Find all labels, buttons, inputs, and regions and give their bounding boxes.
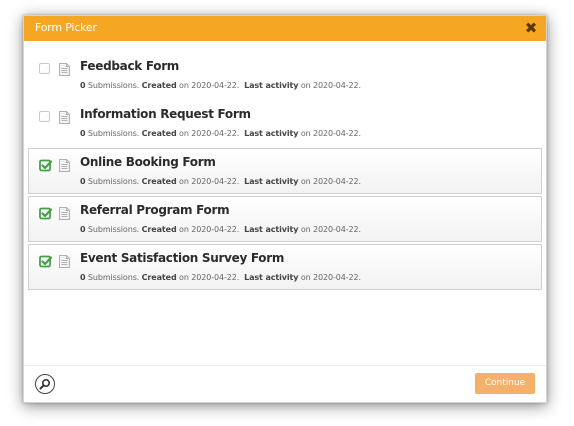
form-checkbox[interactable]	[39, 63, 50, 74]
last-activity-label: Last activity	[244, 129, 299, 138]
last-activity-date: on 2020-04-22.	[300, 225, 361, 234]
document-icon	[59, 205, 70, 224]
form-name: Online Booking Form	[80, 155, 216, 169]
form-row[interactable]: Information Request Form 0 Submissions. …	[28, 100, 542, 146]
created-label: Created	[141, 273, 177, 282]
form-row[interactable]: Online Booking Form 0 Submissions. Creat…	[28, 148, 542, 194]
last-activity-label: Last activity	[244, 177, 299, 186]
form-meta: 0 Submissions. Created on 2020-04-22. La…	[80, 81, 361, 90]
document-icon	[59, 109, 70, 128]
last-activity-date: on 2020-04-22.	[300, 273, 361, 282]
form-name: Event Satisfaction Survey Form	[80, 251, 285, 265]
submissions-label: Submissions.	[87, 225, 140, 234]
form-row[interactable]: Referral Program Form 0 Submissions. Cre…	[28, 196, 542, 242]
form-list: Feedback Form 0 Submissions. Created on …	[24, 41, 546, 292]
created-date: on 2020-04-22.	[179, 273, 240, 282]
created-date: on 2020-04-22.	[179, 225, 240, 234]
last-activity-date: on 2020-04-22.	[300, 81, 361, 90]
last-activity-label: Last activity	[244, 273, 299, 282]
last-activity-date: on 2020-04-22.	[300, 177, 361, 186]
submissions-label: Submissions.	[87, 177, 140, 186]
document-icon	[59, 253, 70, 272]
form-row[interactable]: Feedback Form 0 Submissions. Created on …	[28, 52, 542, 98]
dialog-title: Form Picker	[35, 21, 97, 34]
form-row[interactable]: Event Satisfaction Survey Form 0 Submiss…	[28, 244, 542, 290]
created-label: Created	[141, 225, 177, 234]
document-icon	[59, 157, 70, 176]
form-meta: 0 Submissions. Created on 2020-04-22. La…	[80, 273, 361, 282]
created-date: on 2020-04-22.	[179, 177, 240, 186]
form-meta: 0 Submissions. Created on 2020-04-22. La…	[80, 177, 361, 186]
form-meta: 0 Submissions. Created on 2020-04-22. La…	[80, 225, 361, 234]
submission-count: 0	[80, 225, 86, 234]
form-picker-dialog: Form Picker ✖ Feedback Form 0 Submission…	[23, 15, 547, 403]
search-icon[interactable]	[35, 374, 55, 394]
submission-count: 0	[80, 177, 86, 186]
form-checkbox[interactable]	[39, 207, 52, 220]
submissions-label: Submissions.	[87, 81, 140, 90]
created-date: on 2020-04-22.	[179, 81, 240, 90]
submissions-label: Submissions.	[87, 273, 140, 282]
document-icon	[59, 61, 70, 80]
created-label: Created	[141, 81, 177, 90]
last-activity-date: on 2020-04-22.	[300, 129, 361, 138]
last-activity-label: Last activity	[244, 81, 299, 90]
close-icon[interactable]: ✖	[522, 17, 540, 39]
form-name: Information Request Form	[80, 107, 251, 121]
created-label: Created	[141, 129, 177, 138]
submission-count: 0	[80, 129, 86, 138]
continue-button[interactable]: Continue	[475, 373, 535, 394]
form-checkbox[interactable]	[39, 159, 52, 172]
submission-count: 0	[80, 81, 86, 90]
form-name: Feedback Form	[80, 59, 180, 73]
submission-count: 0	[80, 273, 86, 282]
created-label: Created	[141, 177, 177, 186]
dialog-footer: Continue	[24, 365, 546, 402]
form-name: Referral Program Form	[80, 203, 230, 217]
dialog-titlebar: Form Picker ✖	[24, 16, 546, 41]
form-checkbox[interactable]	[39, 111, 50, 122]
form-checkbox[interactable]	[39, 255, 52, 268]
form-meta: 0 Submissions. Created on 2020-04-22. La…	[80, 129, 361, 138]
submissions-label: Submissions.	[87, 129, 140, 138]
created-date: on 2020-04-22.	[179, 129, 240, 138]
last-activity-label: Last activity	[244, 225, 299, 234]
